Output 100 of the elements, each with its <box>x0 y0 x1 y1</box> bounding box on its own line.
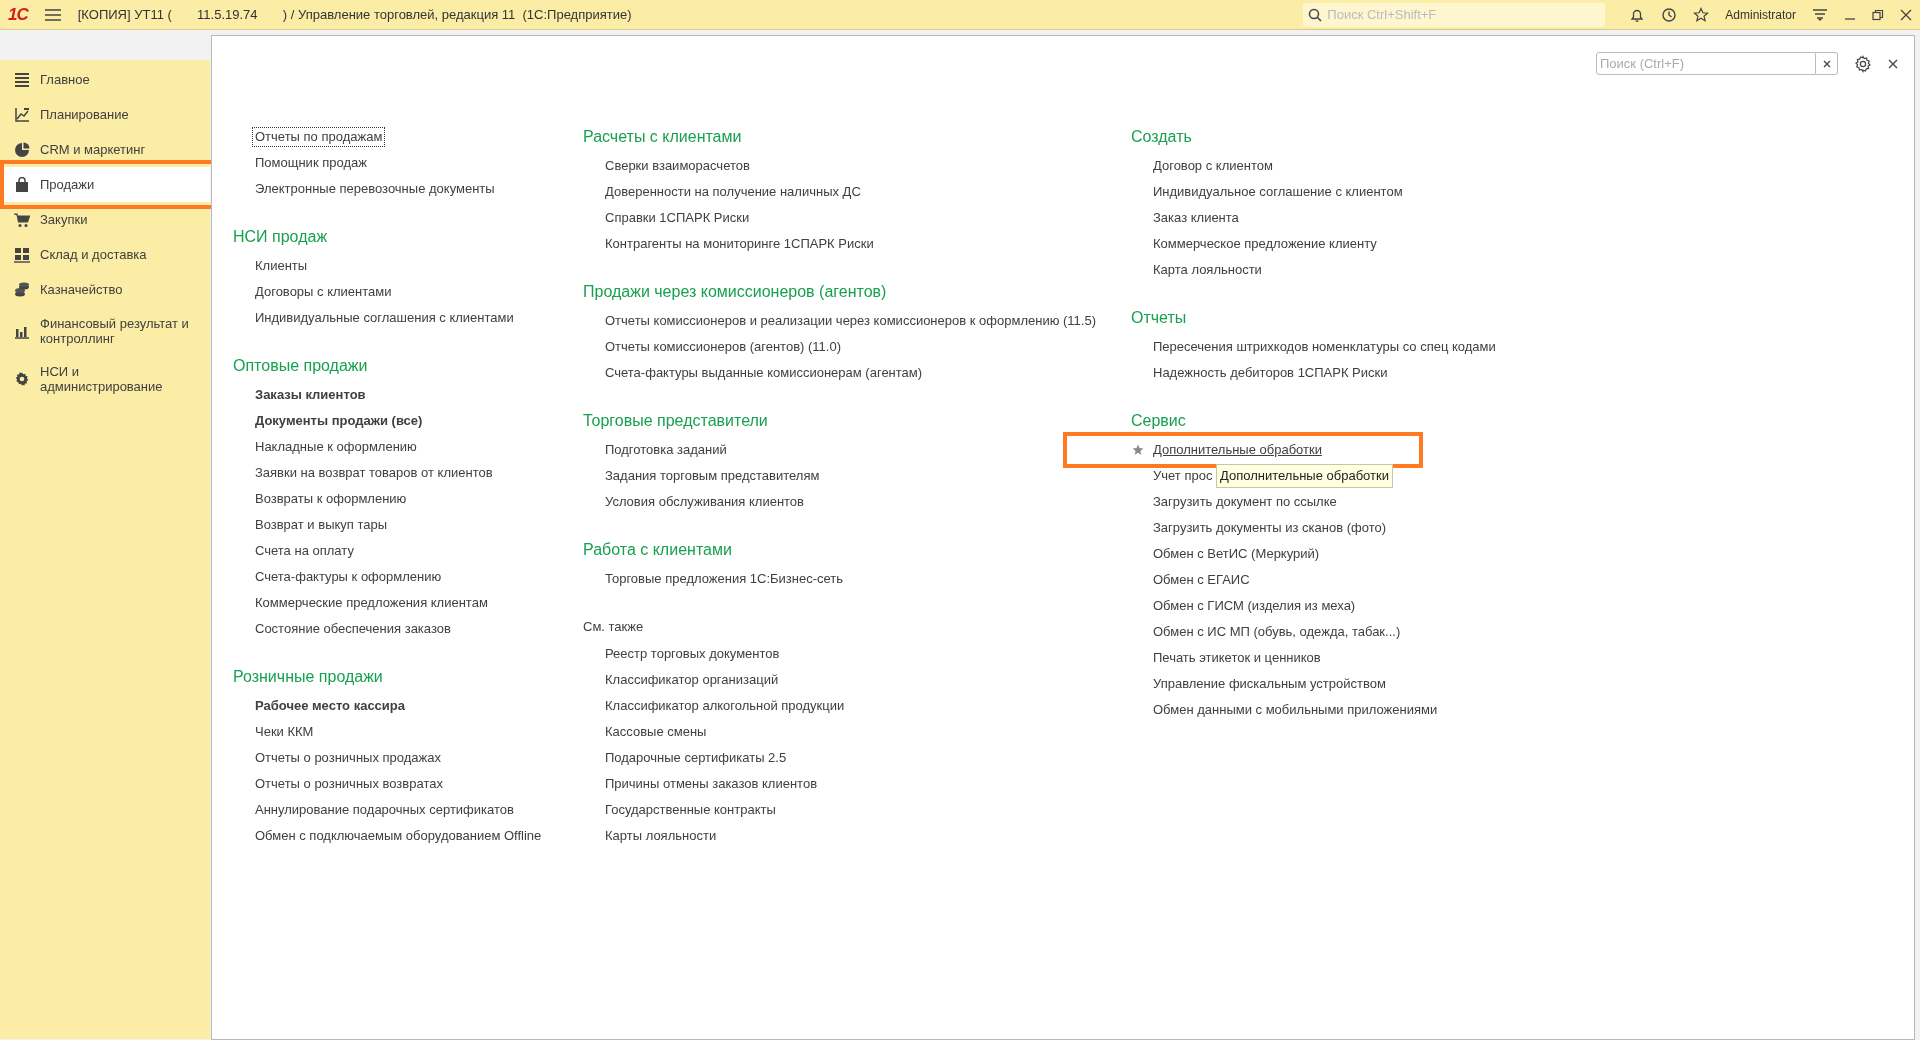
menu-link[interactable]: Обмен с подключаемым оборудованием Offline <box>252 826 545 846</box>
sidebar-item[interactable]: НСИ и администрирование <box>0 355 210 403</box>
menu-link[interactable]: Учет прос <box>1150 466 1216 486</box>
menu-link[interactable]: Управление фискальным устройством <box>1150 674 1389 694</box>
gear-icon <box>14 371 30 387</box>
menu-link[interactable]: Кассовые смены <box>602 722 710 742</box>
star-icon[interactable] <box>1132 444 1144 456</box>
menu-link[interactable]: Карты лояльности <box>602 826 720 846</box>
search-field[interactable]: Поиск Ctrl+Shift+F <box>1303 2 1606 27</box>
user-name[interactable]: Administrator <box>1725 5 1796 24</box>
menu-link[interactable]: Заявки на возврат товаров от клиентов <box>252 463 496 483</box>
gear-icon[interactable] <box>1854 54 1872 73</box>
menu-link[interactable]: Государственные контракты <box>602 800 779 820</box>
close-icon[interactable] <box>1900 8 1912 21</box>
menu-link[interactable]: Обмен с ВетИС (Меркурий) <box>1150 544 1323 564</box>
menu-link[interactable]: Счета-фактуры к оформлению <box>252 567 445 587</box>
menu-link[interactable]: Пересечения штрихкодов номенклатуры со спец кодами <box>1150 337 1499 357</box>
menu-icon[interactable] <box>43 7 62 22</box>
section-heading: Расчеты с клиентами <box>583 127 743 147</box>
menu-link[interactable]: Счета-фактуры выданные комиссионерам (агентам) <box>602 363 926 383</box>
tooltip: Дополнительные обработки <box>1216 464 1393 488</box>
menu-link[interactable]: Счета на оплату <box>252 541 357 561</box>
search-icon <box>1308 7 1323 22</box>
menu-link[interactable]: Договор с клиентом <box>1150 156 1276 176</box>
menu-link[interactable]: Загрузить документ по ссылке <box>1150 492 1340 512</box>
menu-link[interactable]: Индивидуальное соглашение с клиентом <box>1150 182 1406 202</box>
menu-link[interactable]: Подарочные сертификаты 2.5 <box>602 748 790 768</box>
menu-link[interactable]: Отчеты о розничных возвратах <box>252 774 446 794</box>
menu-link[interactable]: Аннулирование подарочных сертификатов <box>252 800 517 820</box>
menu-link[interactable]: Заказы клиентов <box>252 385 369 405</box>
menu-link[interactable]: Справки 1СПАРК Риски <box>602 208 753 228</box>
menu-link[interactable]: Коммерческие предложения клиентам <box>252 593 491 613</box>
menu-link[interactable]: Обмен данными с мобильными приложениями <box>1150 700 1441 720</box>
clear-button[interactable] <box>1816 52 1838 75</box>
menu-link[interactable]: Реестр торговых документов <box>602 644 783 664</box>
grid-icon <box>14 246 30 263</box>
bag-icon <box>14 176 30 193</box>
menu-link[interactable]: Классификатор алкогольной продукции <box>602 696 848 716</box>
menu-link[interactable]: Накладные к оформлению <box>252 437 420 457</box>
section-heading: Продажи через комиссионеров (агентов) <box>583 282 888 302</box>
section-heading: Создать <box>1131 127 1193 147</box>
menu-link[interactable]: Клиенты <box>252 256 311 276</box>
menu-link[interactable]: Индивидуальные соглашения с клиентами <box>252 308 517 328</box>
menu-link[interactable]: Сверки взаиморасчетов <box>602 156 753 176</box>
coins-icon <box>14 281 30 298</box>
menu-link[interactable]: Состояние обеспечения заказов <box>252 619 454 639</box>
menu-link[interactable]: Дополнительные обработки <box>1150 440 1325 460</box>
window-title: [КОПИЯ] УТ11 ( 11.5.19.74 ) / Управление торговлей, редакция 11 (1С:Предприятие) <box>77 5 632 24</box>
menu-link[interactable]: Доверенности на получение наличных ДС <box>602 182 864 202</box>
menu-link[interactable]: Заказ клиента <box>1150 208 1242 228</box>
menu-link[interactable]: Электронные перевозочные документы <box>252 179 498 199</box>
menu-link[interactable]: Обмен с ИС МП (обувь, одежда, табак...) <box>1150 622 1404 642</box>
section-heading: Торговые представители <box>583 411 769 431</box>
close-icon[interactable] <box>1888 58 1898 69</box>
sidebar-item[interactable]: Планирование <box>0 97 210 132</box>
menu-link[interactable]: Условия обслуживания клиентов <box>602 492 807 512</box>
menu-link[interactable]: Задания торговым представителям <box>602 466 823 486</box>
star-icon[interactable] <box>1693 6 1710 23</box>
sidebar-item[interactable]: Закупки <box>0 202 210 237</box>
menu-link[interactable]: Отчеты по продажам <box>252 127 386 147</box>
menu-link[interactable]: Контрагенты на мониторинге 1СПАРК Риски <box>602 234 877 254</box>
menu-link[interactable]: Отчеты комиссионеров (агентов) (11.0) <box>602 337 844 357</box>
restore-icon[interactable] <box>1872 8 1884 21</box>
menu-link[interactable]: Торговые предложения 1С:Бизнес-сеть <box>602 569 847 589</box>
menu-link[interactable]: Причины отмены заказов клиентов <box>602 774 821 794</box>
menu-link[interactable]: Обмен с ГИСМ (изделия из меха) <box>1150 596 1359 616</box>
settings-icon[interactable] <box>1812 7 1828 22</box>
section-heading: НСИ продаж <box>233 227 329 247</box>
sidebar-item[interactable]: Финансовый результат и контроллинг <box>0 307 210 355</box>
sidebar-item[interactable]: Главное <box>0 62 210 97</box>
pie-chart-icon <box>14 141 30 158</box>
menu-link[interactable]: Надежность дебиторов 1СПАРК Риски <box>1150 363 1391 383</box>
menu-link[interactable]: Классификатор организаций <box>602 670 782 690</box>
menu-link[interactable]: Чеки ККМ <box>252 722 317 742</box>
chart-icon <box>14 106 30 123</box>
menu-link[interactable]: Печать этикеток и ценников <box>1150 648 1324 668</box>
menu-link[interactable]: Возврат и выкуп тары <box>252 515 391 535</box>
sidebar-item[interactable]: Казначейство <box>0 272 210 307</box>
history-icon[interactable] <box>1661 6 1678 23</box>
menu-link[interactable]: Рабочее место кассира <box>252 696 408 716</box>
section-heading: Розничные продажи <box>233 667 384 687</box>
menu-link[interactable]: Обмен с ЕГАИС <box>1150 570 1253 590</box>
menu-link[interactable]: Карта лояльности <box>1150 260 1265 280</box>
sidebar-item[interactable]: Склад и доставка <box>0 237 210 272</box>
section-heading: Сервис <box>1131 411 1187 431</box>
section-heading: Оптовые продажи <box>233 356 369 376</box>
section-heading: Работа с клиентами <box>583 540 733 560</box>
menu-link[interactable]: Возвраты к оформлению <box>252 489 410 509</box>
menu-link[interactable]: Договоры с клиентами <box>252 282 395 302</box>
search-field[interactable]: Поиск (Ctrl+F) <box>1596 52 1816 75</box>
menu-link[interactable]: Подготовка заданий <box>602 440 730 460</box>
menu-link[interactable]: Документы продажи (все) <box>252 411 426 431</box>
close-icon <box>1822 59 1831 68</box>
menu-link[interactable]: Отчеты комиссионеров и реализации через комиссионеров к оформлению (11.5) <box>602 311 1099 331</box>
list-icon <box>14 71 30 88</box>
menu-link[interactable]: Коммерческое предложение клиенту <box>1150 234 1380 254</box>
sidebar-item[interactable]: CRM и маркетинг <box>0 132 210 167</box>
menu-link[interactable]: Отчеты о розничных продажах <box>252 748 444 768</box>
menu-link[interactable]: Загрузить документы из сканов (фото) <box>1150 518 1390 538</box>
menu-link[interactable]: Помощник продаж <box>252 153 370 173</box>
